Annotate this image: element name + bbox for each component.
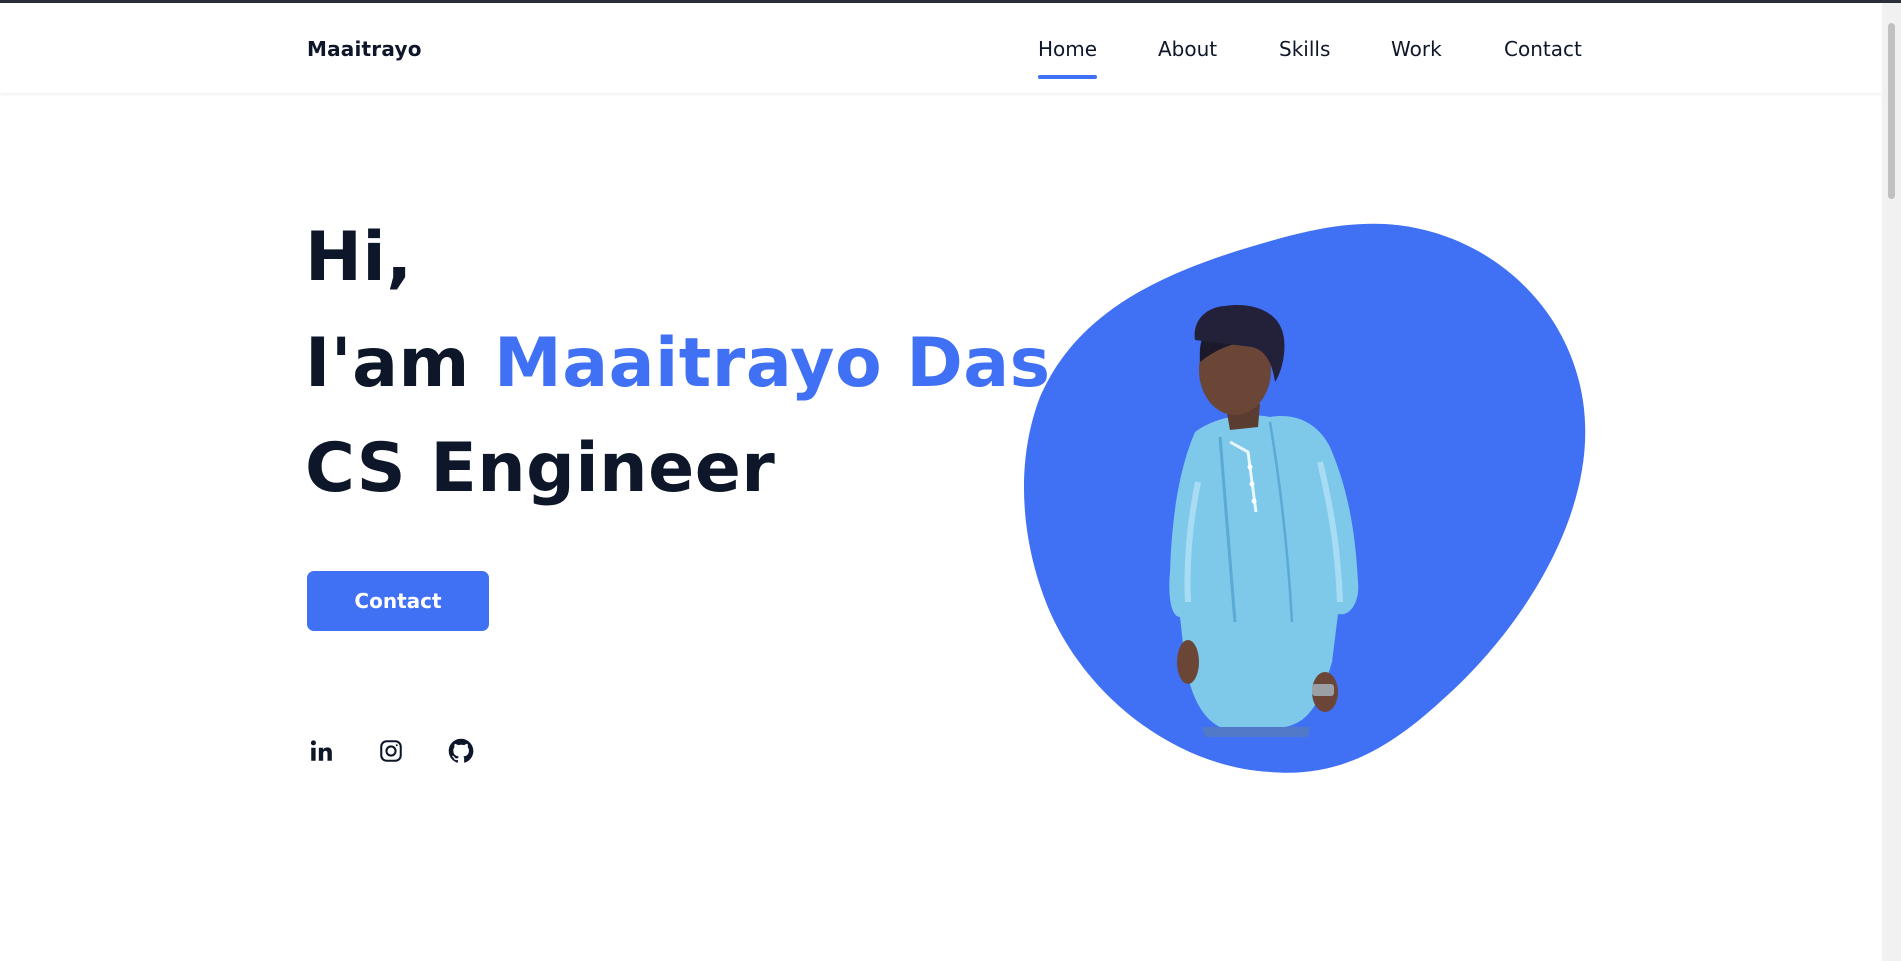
nav-link-home[interactable]: Home	[1038, 37, 1098, 79]
hero-intro-prefix: I'am	[305, 324, 495, 403]
site-logo[interactable]: Maaitrayo	[307, 37, 422, 61]
hero-intro: I'am Maaitrayo Das	[305, 330, 1051, 398]
nav-link-label: Home	[1038, 37, 1098, 61]
nav-link-label: Work	[1391, 37, 1442, 61]
page-scrollbar[interactable]	[1882, 3, 1901, 961]
instagram-icon[interactable]	[376, 736, 406, 766]
github-icon[interactable]	[446, 736, 476, 766]
contact-button[interactable]: Contact	[307, 571, 489, 631]
nav-link-skills[interactable]: Skills	[1279, 37, 1330, 61]
nav-link-about[interactable]: About	[1158, 37, 1217, 61]
site-header: Maaitrayo Home About Skills Work Contact	[0, 3, 1882, 93]
hero-image-blob	[1020, 222, 1590, 774]
scrollbar-thumb[interactable]	[1888, 23, 1895, 199]
hero-role: CS Engineer	[305, 429, 776, 508]
nav-link-label: Skills	[1279, 37, 1331, 61]
nav-link-label: Contact	[1504, 37, 1582, 61]
hero-name: Maaitrayo Das	[494, 324, 1051, 403]
portrait-photo	[1169, 305, 1359, 737]
hero-greeting: Hi,	[305, 218, 413, 297]
active-nav-indicator	[1038, 75, 1098, 79]
linkedin-icon[interactable]	[306, 736, 336, 766]
nav-link-work[interactable]: Work	[1391, 37, 1442, 61]
nav-link-contact[interactable]: Contact	[1504, 37, 1582, 61]
nav-link-label: About	[1158, 37, 1218, 61]
